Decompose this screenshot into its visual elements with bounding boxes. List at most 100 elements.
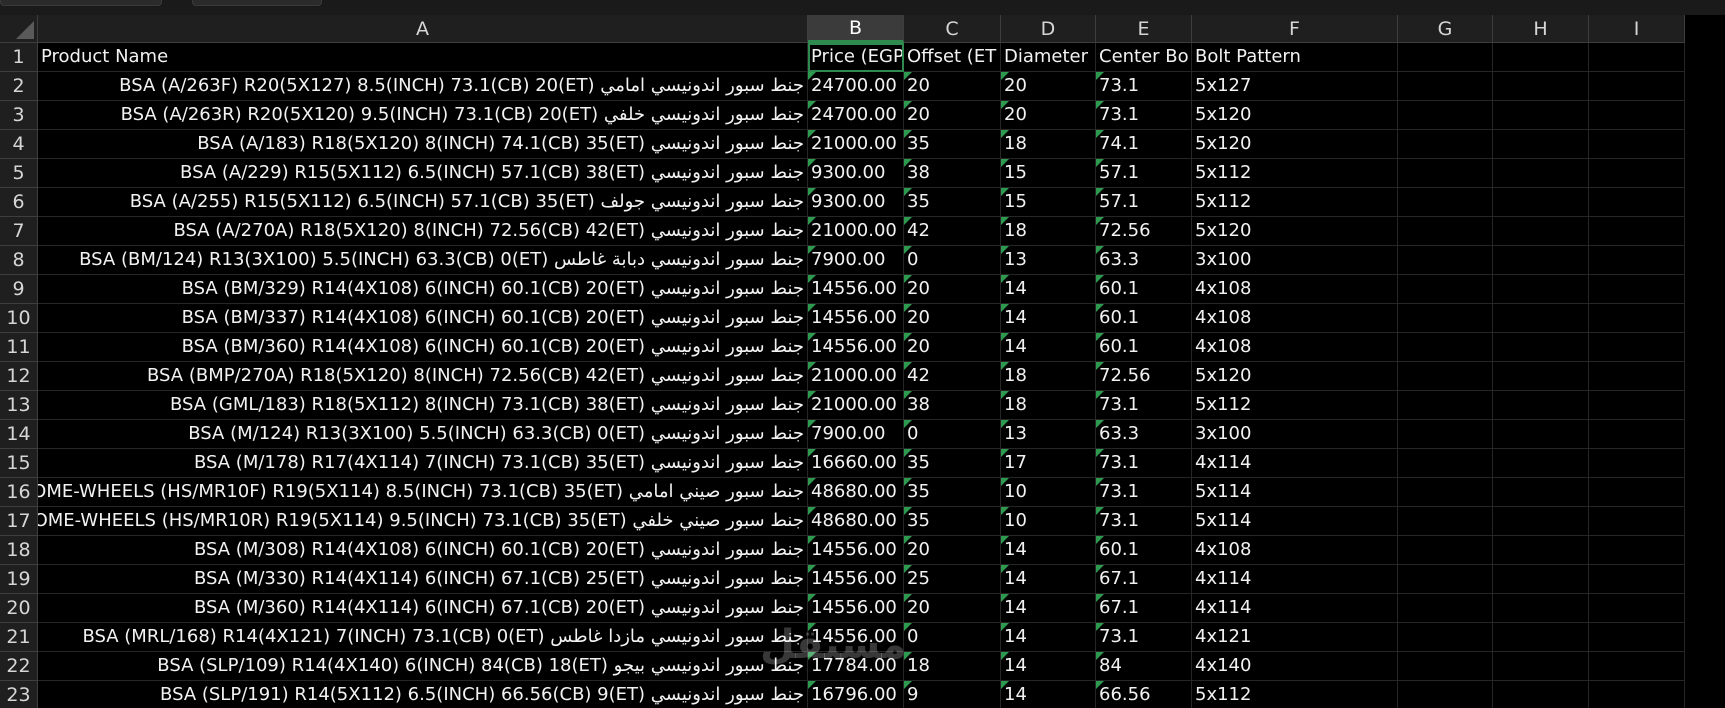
cell-c[interactable]: 20	[904, 72, 1001, 101]
cell-i[interactable]	[1589, 594, 1685, 623]
cell-g[interactable]	[1398, 420, 1493, 449]
cell-f[interactable]: 4x114	[1192, 449, 1398, 478]
cell-h[interactable]	[1493, 565, 1589, 594]
cell-f[interactable]: 4x140	[1192, 652, 1398, 681]
cell-c[interactable]: 0	[904, 420, 1001, 449]
cell-e[interactable]: 67.1	[1096, 594, 1192, 623]
cell-h[interactable]	[1493, 652, 1589, 681]
cell-b[interactable]: 48680.00	[808, 478, 904, 507]
cell-f[interactable]: Bolt Pattern	[1192, 43, 1398, 72]
cell-h[interactable]	[1493, 246, 1589, 275]
cell-d[interactable]: 20	[1001, 72, 1096, 101]
cell-g[interactable]	[1398, 188, 1493, 217]
cell-g[interactable]	[1398, 43, 1493, 72]
cell-i[interactable]	[1589, 130, 1685, 159]
row-header[interactable]: 8	[0, 246, 38, 275]
cell-e[interactable]: 60.1	[1096, 333, 1192, 362]
cell-g[interactable]	[1398, 159, 1493, 188]
cell-d[interactable]: 18	[1001, 217, 1096, 246]
cell-f[interactable]: 5x114	[1192, 507, 1398, 536]
row-header[interactable]: 1	[0, 43, 38, 72]
cell-a[interactable]: جنط سبور اندونيسي BSA (BM/329) R14(4X108…	[38, 275, 808, 304]
cell-f[interactable]: 3x100	[1192, 246, 1398, 275]
cell-a[interactable]: جنط سبور اندونيسي BSA (M/178) R17(4X114)…	[38, 449, 808, 478]
cell-c[interactable]: 35	[904, 130, 1001, 159]
cell-i[interactable]	[1589, 420, 1685, 449]
cell-c[interactable]: 18	[904, 652, 1001, 681]
row-header[interactable]: 11	[0, 333, 38, 362]
cell-h[interactable]	[1493, 130, 1589, 159]
cell-g[interactable]	[1398, 391, 1493, 420]
column-header-e[interactable]: E	[1096, 15, 1192, 43]
cell-c[interactable]: 38	[904, 159, 1001, 188]
cell-b[interactable]: 14556.00	[808, 623, 904, 652]
cell-a[interactable]: جنط سبور اندونيسي BSA (BM/337) R14(4X108…	[38, 304, 808, 333]
cell-a[interactable]: جنط سبور اندونيسي BSA (BMP/270A) R18(5X1…	[38, 362, 808, 391]
cell-d[interactable]: 13	[1001, 246, 1096, 275]
cell-d[interactable]: 14	[1001, 565, 1096, 594]
cell-e[interactable]: 57.1	[1096, 188, 1192, 217]
cell-h[interactable]	[1493, 159, 1589, 188]
cell-b[interactable]: 14556.00	[808, 304, 904, 333]
cell-h[interactable]	[1493, 681, 1589, 708]
cell-c[interactable]: 9	[904, 681, 1001, 708]
cell-g[interactable]	[1398, 246, 1493, 275]
cell-b[interactable]: Price (EGP	[808, 43, 904, 72]
cell-a[interactable]: جنط سبور اندونيسي بيجو BSA (SLP/109) R14…	[38, 652, 808, 681]
cell-i[interactable]	[1589, 217, 1685, 246]
cell-e[interactable]: 63.3	[1096, 246, 1192, 275]
cell-a[interactable]: جنط سبور اندونيسي BSA (A/229) R15(5X112)…	[38, 159, 808, 188]
cell-h[interactable]	[1493, 188, 1589, 217]
row-header[interactable]: 18	[0, 536, 38, 565]
cell-d[interactable]: 13	[1001, 420, 1096, 449]
cell-b[interactable]: 16796.00	[808, 681, 904, 708]
cell-b[interactable]: 24700.00	[808, 101, 904, 130]
cell-b[interactable]: 14556.00	[808, 594, 904, 623]
row-header[interactable]: 3	[0, 101, 38, 130]
cell-d[interactable]: 20	[1001, 101, 1096, 130]
cell-a[interactable]: جنط سبور اندونيسي BSA (M/124) R13(3X100)…	[38, 420, 808, 449]
cell-e[interactable]: 73.1	[1096, 478, 1192, 507]
cell-i[interactable]	[1589, 565, 1685, 594]
cell-a[interactable]: جنط سبور اندونيسي BSA (M/308) R14(4X108)…	[38, 536, 808, 565]
cell-g[interactable]	[1398, 478, 1493, 507]
cell-e[interactable]: 84	[1096, 652, 1192, 681]
column-header-f[interactable]: F	[1192, 15, 1398, 43]
row-header[interactable]: 5	[0, 159, 38, 188]
cell-b[interactable]: 7900.00	[808, 246, 904, 275]
cell-d[interactable]: 14	[1001, 594, 1096, 623]
cell-e[interactable]: 57.1	[1096, 159, 1192, 188]
row-header[interactable]: 14	[0, 420, 38, 449]
cell-f[interactable]: 4x114	[1192, 565, 1398, 594]
cell-h[interactable]	[1493, 594, 1589, 623]
cell-a[interactable]: Product Name	[38, 43, 808, 72]
cell-b[interactable]: 16660.00	[808, 449, 904, 478]
cell-c[interactable]: 20	[904, 304, 1001, 333]
cell-a[interactable]: جنط سبور اندونيسي BSA (A/183) R18(5X120)…	[38, 130, 808, 159]
cell-i[interactable]	[1589, 623, 1685, 652]
cell-i[interactable]	[1589, 275, 1685, 304]
row-header[interactable]: 17	[0, 507, 38, 536]
cell-c[interactable]: 42	[904, 362, 1001, 391]
cell-f[interactable]: 3x100	[1192, 420, 1398, 449]
cell-g[interactable]	[1398, 623, 1493, 652]
cell-d[interactable]: 14	[1001, 652, 1096, 681]
cell-f[interactable]: 4x114	[1192, 594, 1398, 623]
cell-e[interactable]: 63.3	[1096, 420, 1192, 449]
cell-i[interactable]	[1589, 478, 1685, 507]
cell-a[interactable]: جنط سبور صيني خلفي HOME-WHEELS (HS/MR10R…	[38, 507, 808, 536]
cell-a[interactable]: جنط سبور اندونيسي BSA (A/270A) R18(5X120…	[38, 217, 808, 246]
cell-a[interactable]: جنط سبور اندونيسي خلفي BSA (A/263R) R20(…	[38, 101, 808, 130]
cell-f[interactable]: 5x120	[1192, 362, 1398, 391]
cell-a[interactable]: جنط سبور اندونيسي BSA (M/330) R14(4X114)…	[38, 565, 808, 594]
cell-b[interactable]: 7900.00	[808, 420, 904, 449]
row-header[interactable]: 2	[0, 72, 38, 101]
cell-d[interactable]: 15	[1001, 159, 1096, 188]
cell-c[interactable]: 0	[904, 623, 1001, 652]
row-header[interactable]: 12	[0, 362, 38, 391]
cell-h[interactable]	[1493, 420, 1589, 449]
cell-i[interactable]	[1589, 188, 1685, 217]
cell-g[interactable]	[1398, 507, 1493, 536]
cell-f[interactable]: 5x112	[1192, 681, 1398, 708]
cell-d[interactable]: 15	[1001, 188, 1096, 217]
